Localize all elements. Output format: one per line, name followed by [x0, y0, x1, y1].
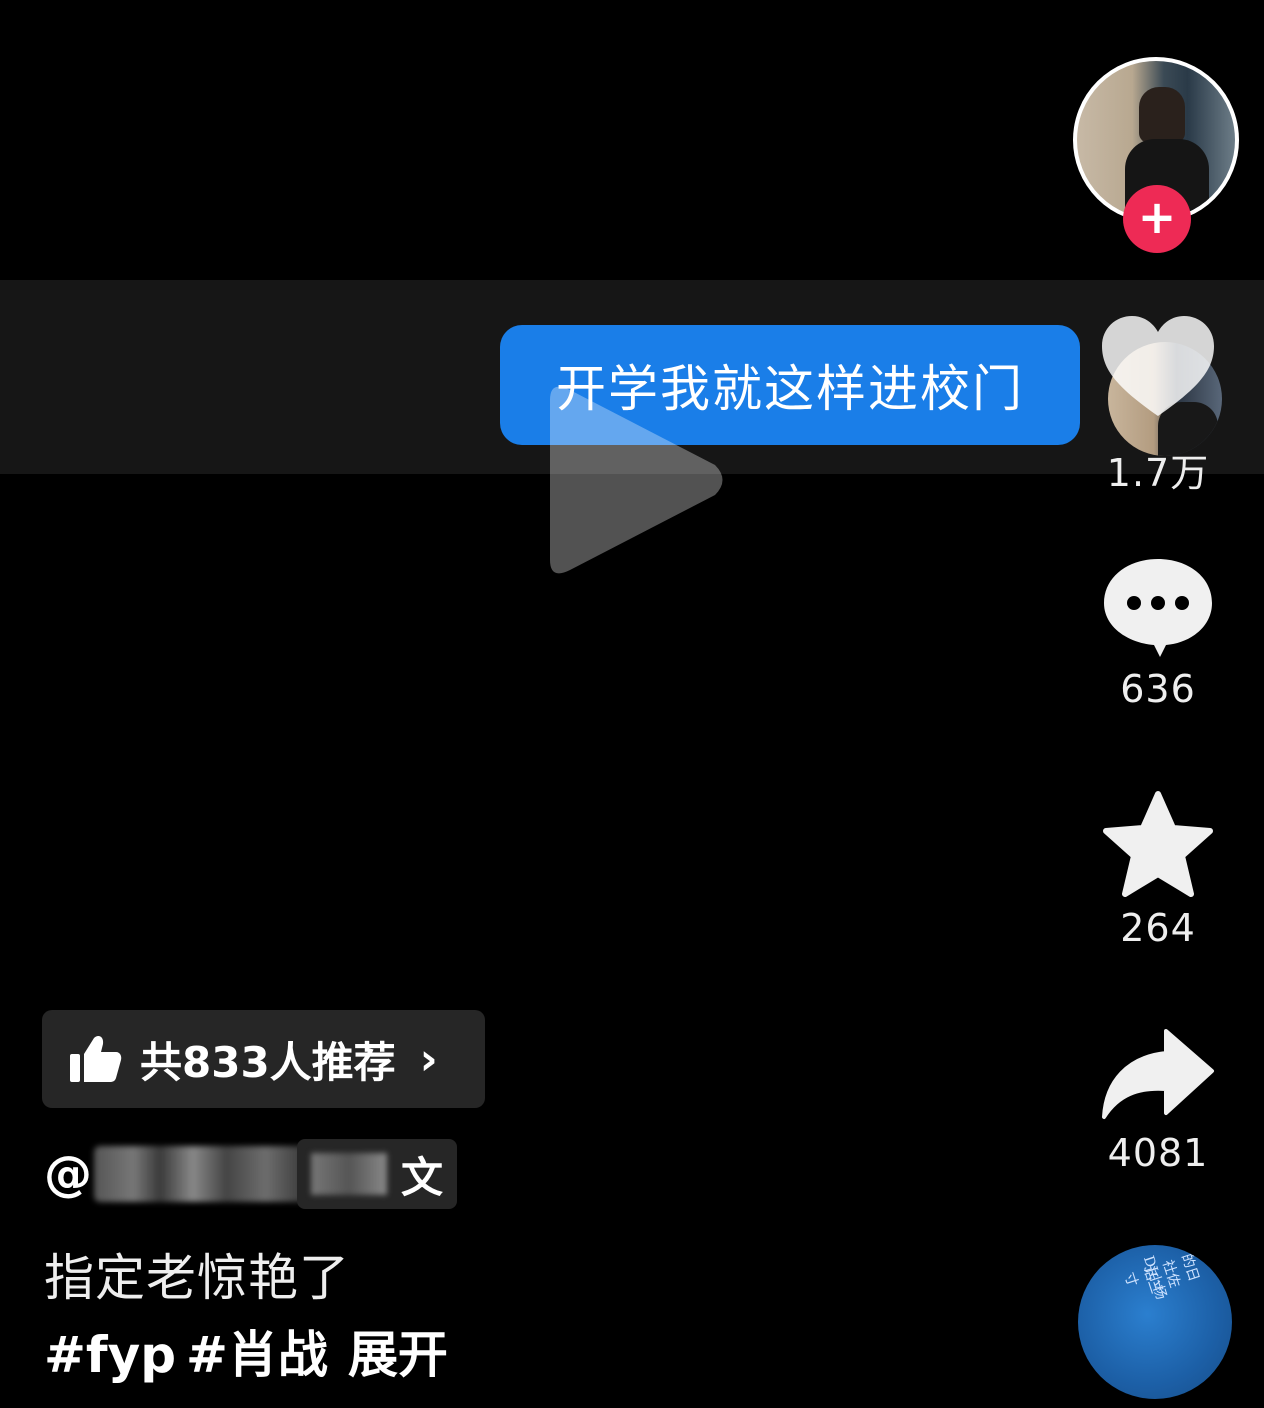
creator-avatar[interactable]: + — [1073, 57, 1239, 253]
share-count: 4081 — [1107, 1131, 1209, 1175]
content-type-chip[interactable]: 文 — [297, 1139, 457, 1209]
share-icon — [1102, 1029, 1214, 1119]
music-disc[interactable]: DJ小杨 的日社佐话三寸 — [1078, 1245, 1232, 1399]
recommend-bar[interactable]: 共833人推荐 › — [42, 1010, 485, 1108]
favorite-count: 264 — [1120, 906, 1196, 950]
video-caption: 指定老惊艳了 — [44, 1249, 350, 1307]
hashtag-fyp[interactable]: #fyp — [44, 1326, 176, 1384]
thumbs-up-icon — [70, 1036, 122, 1082]
hashtag-xiaozhan[interactable]: #肖战 — [186, 1326, 328, 1384]
expand-button[interactable]: 展开 — [348, 1326, 448, 1384]
heart-icon — [1102, 316, 1214, 416]
chevron-right-icon: › — [419, 1033, 438, 1085]
favorite-button[interactable]: 264 — [1083, 790, 1233, 950]
comment-icon — [1104, 559, 1212, 657]
follow-button[interactable]: + — [1123, 185, 1191, 253]
share-button[interactable]: 4081 — [1083, 1025, 1233, 1175]
like-button[interactable]: 1.7万 — [1083, 312, 1233, 497]
comment-count: 636 — [1120, 667, 1196, 711]
at-symbol: @ — [44, 1146, 92, 1202]
hashtag-row: #fyp #肖战 展开 — [44, 1315, 458, 1387]
music-disc-text: 的日社佐话三寸 — [1120, 1251, 1202, 1296]
star-icon — [1103, 791, 1213, 897]
blurred-username — [94, 1146, 314, 1202]
plus-icon: + — [1137, 190, 1177, 244]
comment-button[interactable]: 636 — [1083, 555, 1233, 711]
recommend-label: 共833人推荐 — [140, 1037, 396, 1087]
chip-label: 文 — [400, 1152, 443, 1202]
play-icon[interactable] — [540, 380, 730, 580]
author-name[interactable]: @ — [44, 1140, 314, 1208]
